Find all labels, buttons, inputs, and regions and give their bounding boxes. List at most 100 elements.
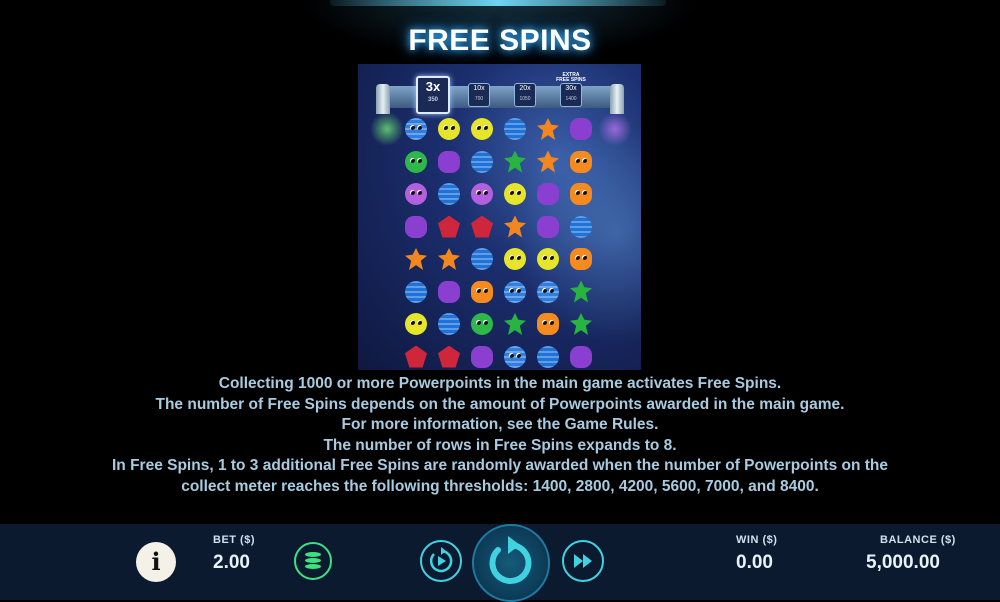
symbol-cell — [468, 245, 496, 273]
symbol-cell — [402, 180, 430, 208]
symbol-cell — [501, 180, 529, 208]
symbol-cell — [534, 245, 562, 273]
symbol-cell — [435, 148, 463, 176]
symbol-cell — [534, 278, 562, 306]
spin-arrow-icon — [489, 536, 532, 584]
symbol-cell — [402, 310, 430, 338]
orange-egg-icon — [570, 248, 592, 270]
orange-egg-icon — [537, 313, 559, 335]
yellow-alien-icon — [504, 183, 526, 205]
autoplay-button[interactable] — [420, 540, 462, 582]
win-label: WIN ($) — [736, 534, 778, 546]
meter-step-mult: 3x — [425, 79, 441, 94]
purple-gem-icon — [438, 280, 460, 303]
symbol-cell — [468, 148, 496, 176]
top-light-bar — [330, 0, 666, 6]
bet-label: BET ($) — [213, 534, 255, 546]
green-alien-icon — [405, 150, 427, 173]
bet-value: 2.00 — [213, 552, 250, 573]
symbol-cell — [567, 310, 595, 338]
info-line: collect meter reaches the following thre… — [181, 477, 819, 495]
green-flower-icon — [504, 150, 526, 173]
symbol-cell — [435, 115, 463, 143]
yellow-alien-icon — [504, 248, 526, 270]
purple-gem-icon — [570, 345, 592, 368]
orange-fuzzy-icon — [438, 248, 460, 270]
info-button[interactable]: i — [136, 542, 176, 582]
symbol-cell — [501, 115, 529, 143]
meter-step-points: 1400 — [565, 96, 577, 102]
symbol-cell — [501, 245, 529, 273]
blue-ball-icon — [471, 248, 493, 270]
eyes-icon — [410, 125, 422, 131]
eyes-icon — [410, 320, 422, 326]
coins-icon — [305, 552, 321, 557]
green-light-icon — [370, 112, 404, 146]
info-line: The number of Free Spins depends on the … — [155, 395, 845, 413]
eyes-icon — [443, 125, 455, 131]
meter-step: 20x 1050 — [514, 83, 536, 107]
symbol-cell — [468, 343, 496, 371]
symbol-cell — [435, 213, 463, 241]
coins-icon — [305, 564, 321, 569]
meter-step-points: 700 — [474, 96, 484, 102]
red-crystal-icon — [471, 215, 493, 238]
symbol-cell — [402, 115, 430, 143]
yellow-alien-icon — [405, 313, 427, 335]
purple-light-icon — [598, 112, 632, 146]
eyes-icon — [476, 190, 488, 196]
symbol-cell — [468, 115, 496, 143]
symbol-cell — [435, 180, 463, 208]
meter-step-mult: 10x — [473, 85, 485, 92]
red-crystal-icon — [438, 215, 460, 238]
symbol-cell — [501, 278, 529, 306]
info-line: The number of rows in Free Spins expands… — [323, 436, 677, 454]
balance-label: BALANCE ($) — [880, 534, 956, 546]
turbo-button[interactable] — [562, 540, 604, 582]
symbol-cell — [402, 278, 430, 306]
purple-alien-icon — [471, 183, 493, 205]
purple-gem-icon — [537, 215, 559, 238]
bet-settings-button[interactable] — [294, 542, 332, 580]
eyes-icon — [575, 190, 587, 196]
symbol-cell — [534, 310, 562, 338]
symbol-cell — [402, 343, 430, 371]
symbol-cell — [501, 148, 529, 176]
symbol-cell — [435, 343, 463, 371]
blue-alien-icon — [537, 280, 559, 303]
blue-alien-icon — [405, 118, 427, 140]
purple-gem-icon — [438, 150, 460, 173]
blue-ball-icon — [438, 313, 460, 335]
purple-gem-icon — [471, 345, 493, 368]
eyes-icon — [410, 190, 422, 196]
blue-ball-icon — [471, 150, 493, 173]
meter-step: 10x 700 — [468, 83, 490, 107]
spin-button[interactable] — [472, 524, 550, 602]
yellow-alien-icon — [471, 118, 493, 140]
purple-gem-icon — [405, 215, 427, 238]
purple-alien-icon — [405, 183, 427, 205]
meter-step-points: 1050 — [519, 96, 531, 102]
yellow-alien-icon — [537, 248, 559, 270]
symbol-cell — [435, 245, 463, 273]
eyes-icon — [509, 352, 521, 359]
orange-fuzzy-icon — [537, 150, 559, 173]
blue-ball-icon — [405, 280, 427, 303]
info-line: Collecting 1000 or more Powerpoints in t… — [218, 375, 782, 392]
green-alien-icon — [471, 313, 493, 335]
win-value: 0.00 — [736, 552, 773, 573]
blue-ball-icon — [570, 215, 592, 238]
symbol-cell — [402, 148, 430, 176]
orange-fuzzy-icon — [504, 215, 526, 238]
meter-step-mult: 20x — [519, 85, 531, 92]
free-spins-description: Collecting 1000 or more Powerpoints in t… — [40, 374, 960, 497]
symbol-cell — [501, 343, 529, 371]
game-board-preview — [358, 64, 641, 370]
extra-free-spins-label: EXTRA FREE SPINS — [556, 72, 586, 83]
meter-step-mult: 30x — [565, 85, 577, 92]
symbol-cell — [435, 310, 463, 338]
green-flower-icon — [504, 313, 526, 335]
eyes-icon — [476, 287, 488, 294]
meter-step: 30x 1400 — [560, 83, 582, 107]
eyes-icon — [509, 190, 521, 196]
